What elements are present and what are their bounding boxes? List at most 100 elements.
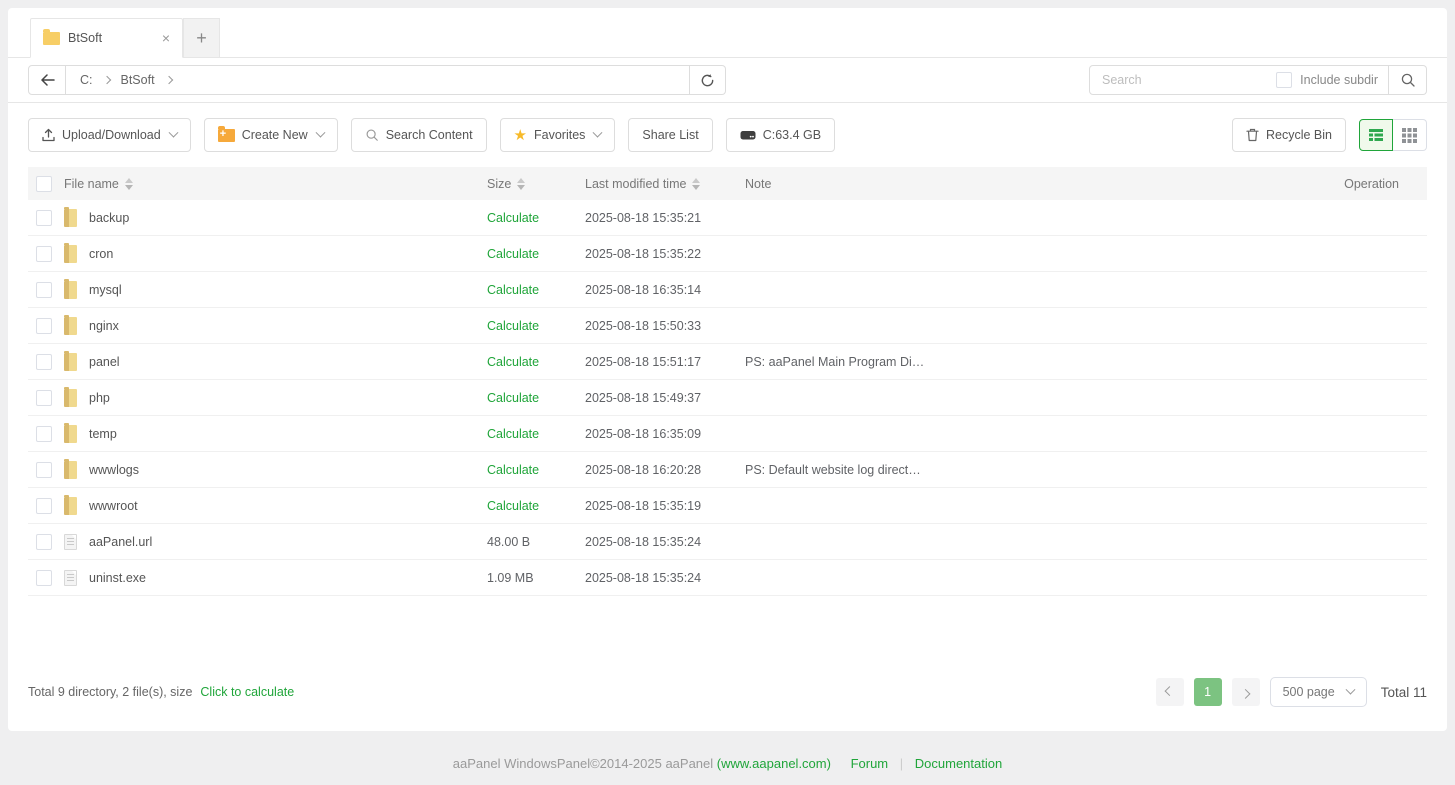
file-name[interactable]: uninst.exe (89, 571, 146, 585)
prev-page-button[interactable] (1156, 678, 1184, 706)
file-name[interactable]: backup (89, 211, 129, 225)
toolbar: Upload/Download Create New Search Conten… (8, 103, 1447, 167)
share-list-button[interactable]: Share List (628, 118, 712, 152)
refresh-button[interactable] (690, 65, 726, 95)
file-name[interactable]: temp (89, 427, 117, 441)
summary-text: Total 9 directory, 2 file(s), size (28, 685, 192, 699)
table-row[interactable]: wwwlogs Calculate 2025-08-18 16:20:28 PS… (28, 452, 1427, 488)
current-page-button[interactable]: 1 (1194, 678, 1222, 706)
calculate-link[interactable]: Calculate (487, 463, 539, 477)
table-row[interactable]: aaPanel.url 48.00 B 2025-08-18 15:35:24 (28, 524, 1427, 560)
toolbar-right: Recycle Bin (1232, 118, 1427, 152)
search-content-button[interactable]: Search Content (351, 118, 487, 152)
new-tab-button[interactable]: + (183, 18, 220, 58)
row-checkbox[interactable] (36, 462, 52, 478)
sort-icon[interactable] (692, 178, 700, 190)
file-name[interactable]: wwwlogs (89, 463, 139, 477)
recycle-bin-button[interactable]: Recycle Bin (1232, 118, 1346, 152)
calculate-link[interactable]: Calculate (487, 427, 539, 441)
table-row[interactable]: mysql Calculate 2025-08-18 16:35:14 (28, 272, 1427, 308)
table-row[interactable]: backup Calculate 2025-08-18 15:35:21 (28, 200, 1427, 236)
pagination: 1 500 page Total 11 (1156, 677, 1427, 707)
table-row[interactable]: temp Calculate 2025-08-18 16:35:09 (28, 416, 1427, 452)
star-icon (514, 128, 527, 143)
row-checkbox[interactable] (36, 570, 52, 586)
chevron-down-icon (315, 127, 325, 137)
file-name[interactable]: cron (89, 247, 113, 261)
last-modified-header[interactable]: Last modified time (585, 177, 700, 191)
size-value: 1.09 MB (487, 571, 534, 585)
note: PS: aaPanel Main Program Di… (745, 355, 1297, 369)
next-page-button[interactable] (1232, 678, 1260, 706)
grid-view-button[interactable] (1393, 119, 1427, 151)
row-checkbox[interactable] (36, 246, 52, 262)
site-link[interactable]: (www.aapanel.com) (717, 756, 831, 771)
calculate-link[interactable]: Calculate (487, 247, 539, 261)
disk-space-button[interactable]: C:63.4 GB (726, 118, 835, 152)
chevron-left-icon (1165, 686, 1175, 696)
breadcrumb-segment[interactable]: C: (80, 73, 93, 87)
upload-icon (42, 128, 55, 142)
file-name[interactable]: php (89, 391, 110, 405)
include-subdir-checkbox[interactable] (1276, 72, 1292, 88)
table-row[interactable]: php Calculate 2025-08-18 15:49:37 (28, 380, 1427, 416)
refresh-icon (700, 73, 715, 88)
file-name[interactable]: wwwroot (89, 499, 138, 513)
row-checkbox[interactable] (36, 282, 52, 298)
calculate-link[interactable]: Calculate (487, 283, 539, 297)
table-row[interactable]: nginx Calculate 2025-08-18 15:50:33 (28, 308, 1427, 344)
tab-btsoft[interactable]: BtSoft × (30, 18, 183, 58)
sort-icon[interactable] (517, 178, 525, 190)
modified-time: 2025-08-18 15:35:22 (585, 247, 745, 261)
click-to-calculate-link[interactable]: Click to calculate (200, 685, 294, 699)
row-checkbox[interactable] (36, 318, 52, 334)
close-icon[interactable]: × (160, 30, 172, 46)
folder-icon (64, 317, 77, 335)
search-box: Include subdir (1089, 65, 1389, 95)
calculate-link[interactable]: Calculate (487, 319, 539, 333)
breadcrumb[interactable]: C: BtSoft (66, 65, 690, 95)
page-size-label: 500 page (1283, 685, 1335, 699)
row-checkbox[interactable] (36, 390, 52, 406)
file-name[interactable]: panel (89, 355, 120, 369)
table-row[interactable]: wwwroot Calculate 2025-08-18 15:35:19 (28, 488, 1427, 524)
file-name-header[interactable]: File name (64, 177, 133, 191)
documentation-link[interactable]: Documentation (915, 756, 1002, 771)
create-new-button[interactable]: Create New (204, 118, 338, 152)
modified-time: 2025-08-18 15:35:24 (585, 535, 745, 549)
back-button[interactable] (28, 65, 66, 95)
table-row[interactable]: cron Calculate 2025-08-18 15:35:22 (28, 236, 1427, 272)
row-checkbox[interactable] (36, 534, 52, 550)
calculate-link[interactable]: Calculate (487, 355, 539, 369)
tab-label: BtSoft (68, 31, 160, 45)
footer-divider: | (900, 756, 903, 771)
operation-header: Operation (1297, 177, 1427, 191)
row-checkbox[interactable] (36, 498, 52, 514)
list-view-button[interactable] (1359, 119, 1393, 151)
favorites-button[interactable]: Favorites (500, 118, 616, 152)
file-name[interactable]: aaPanel.url (89, 535, 152, 549)
select-all-checkbox[interactable] (36, 176, 52, 192)
file-name[interactable]: nginx (89, 319, 119, 333)
calculate-link[interactable]: Calculate (487, 499, 539, 513)
folder-icon (64, 389, 77, 407)
row-checkbox[interactable] (36, 354, 52, 370)
modified-time: 2025-08-18 15:35:24 (585, 571, 745, 585)
row-checkbox[interactable] (36, 210, 52, 226)
page-size-select[interactable]: 500 page (1270, 677, 1367, 707)
create-new-label: Create New (242, 128, 308, 142)
sort-icon[interactable] (125, 178, 133, 190)
calculate-link[interactable]: Calculate (487, 211, 539, 225)
search-input[interactable] (1102, 73, 1276, 87)
table-row[interactable]: uninst.exe 1.09 MB 2025-08-18 15:35:24 (28, 560, 1427, 596)
calculate-link[interactable]: Calculate (487, 391, 539, 405)
row-checkbox[interactable] (36, 426, 52, 442)
search-button[interactable] (1389, 65, 1427, 95)
forum-link[interactable]: Forum (851, 756, 889, 771)
table-row[interactable]: panel Calculate 2025-08-18 15:51:17 PS: … (28, 344, 1427, 380)
folder-icon (64, 353, 77, 371)
file-name[interactable]: mysql (89, 283, 122, 297)
size-header[interactable]: Size (487, 177, 525, 191)
upload-download-button[interactable]: Upload/Download (28, 118, 191, 152)
breadcrumb-segment[interactable]: BtSoft (121, 73, 155, 87)
